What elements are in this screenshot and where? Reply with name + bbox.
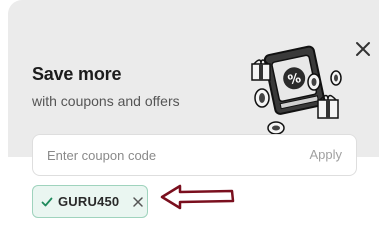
sheet-title: Save more: [32, 64, 122, 84]
check-icon: [41, 197, 53, 206]
apply-button[interactable]: Apply: [309, 147, 342, 162]
coupon-code-input[interactable]: [47, 145, 287, 165]
applied-coupon-code: GURU450: [58, 194, 120, 209]
coupon-gift-illustration: %: [251, 45, 342, 135]
remove-coupon-icon[interactable]: [132, 196, 144, 208]
coupon-field: Apply: [32, 134, 357, 176]
applied-coupon-chip: GURU450: [32, 185, 148, 218]
sheet-subtitle: with coupons and offers: [32, 93, 180, 109]
coupon-sheet: Save more with coupons and offers % Ente…: [8, 0, 379, 245]
close-icon[interactable]: [352, 38, 374, 60]
red-arrow-annotation: [160, 184, 235, 210]
